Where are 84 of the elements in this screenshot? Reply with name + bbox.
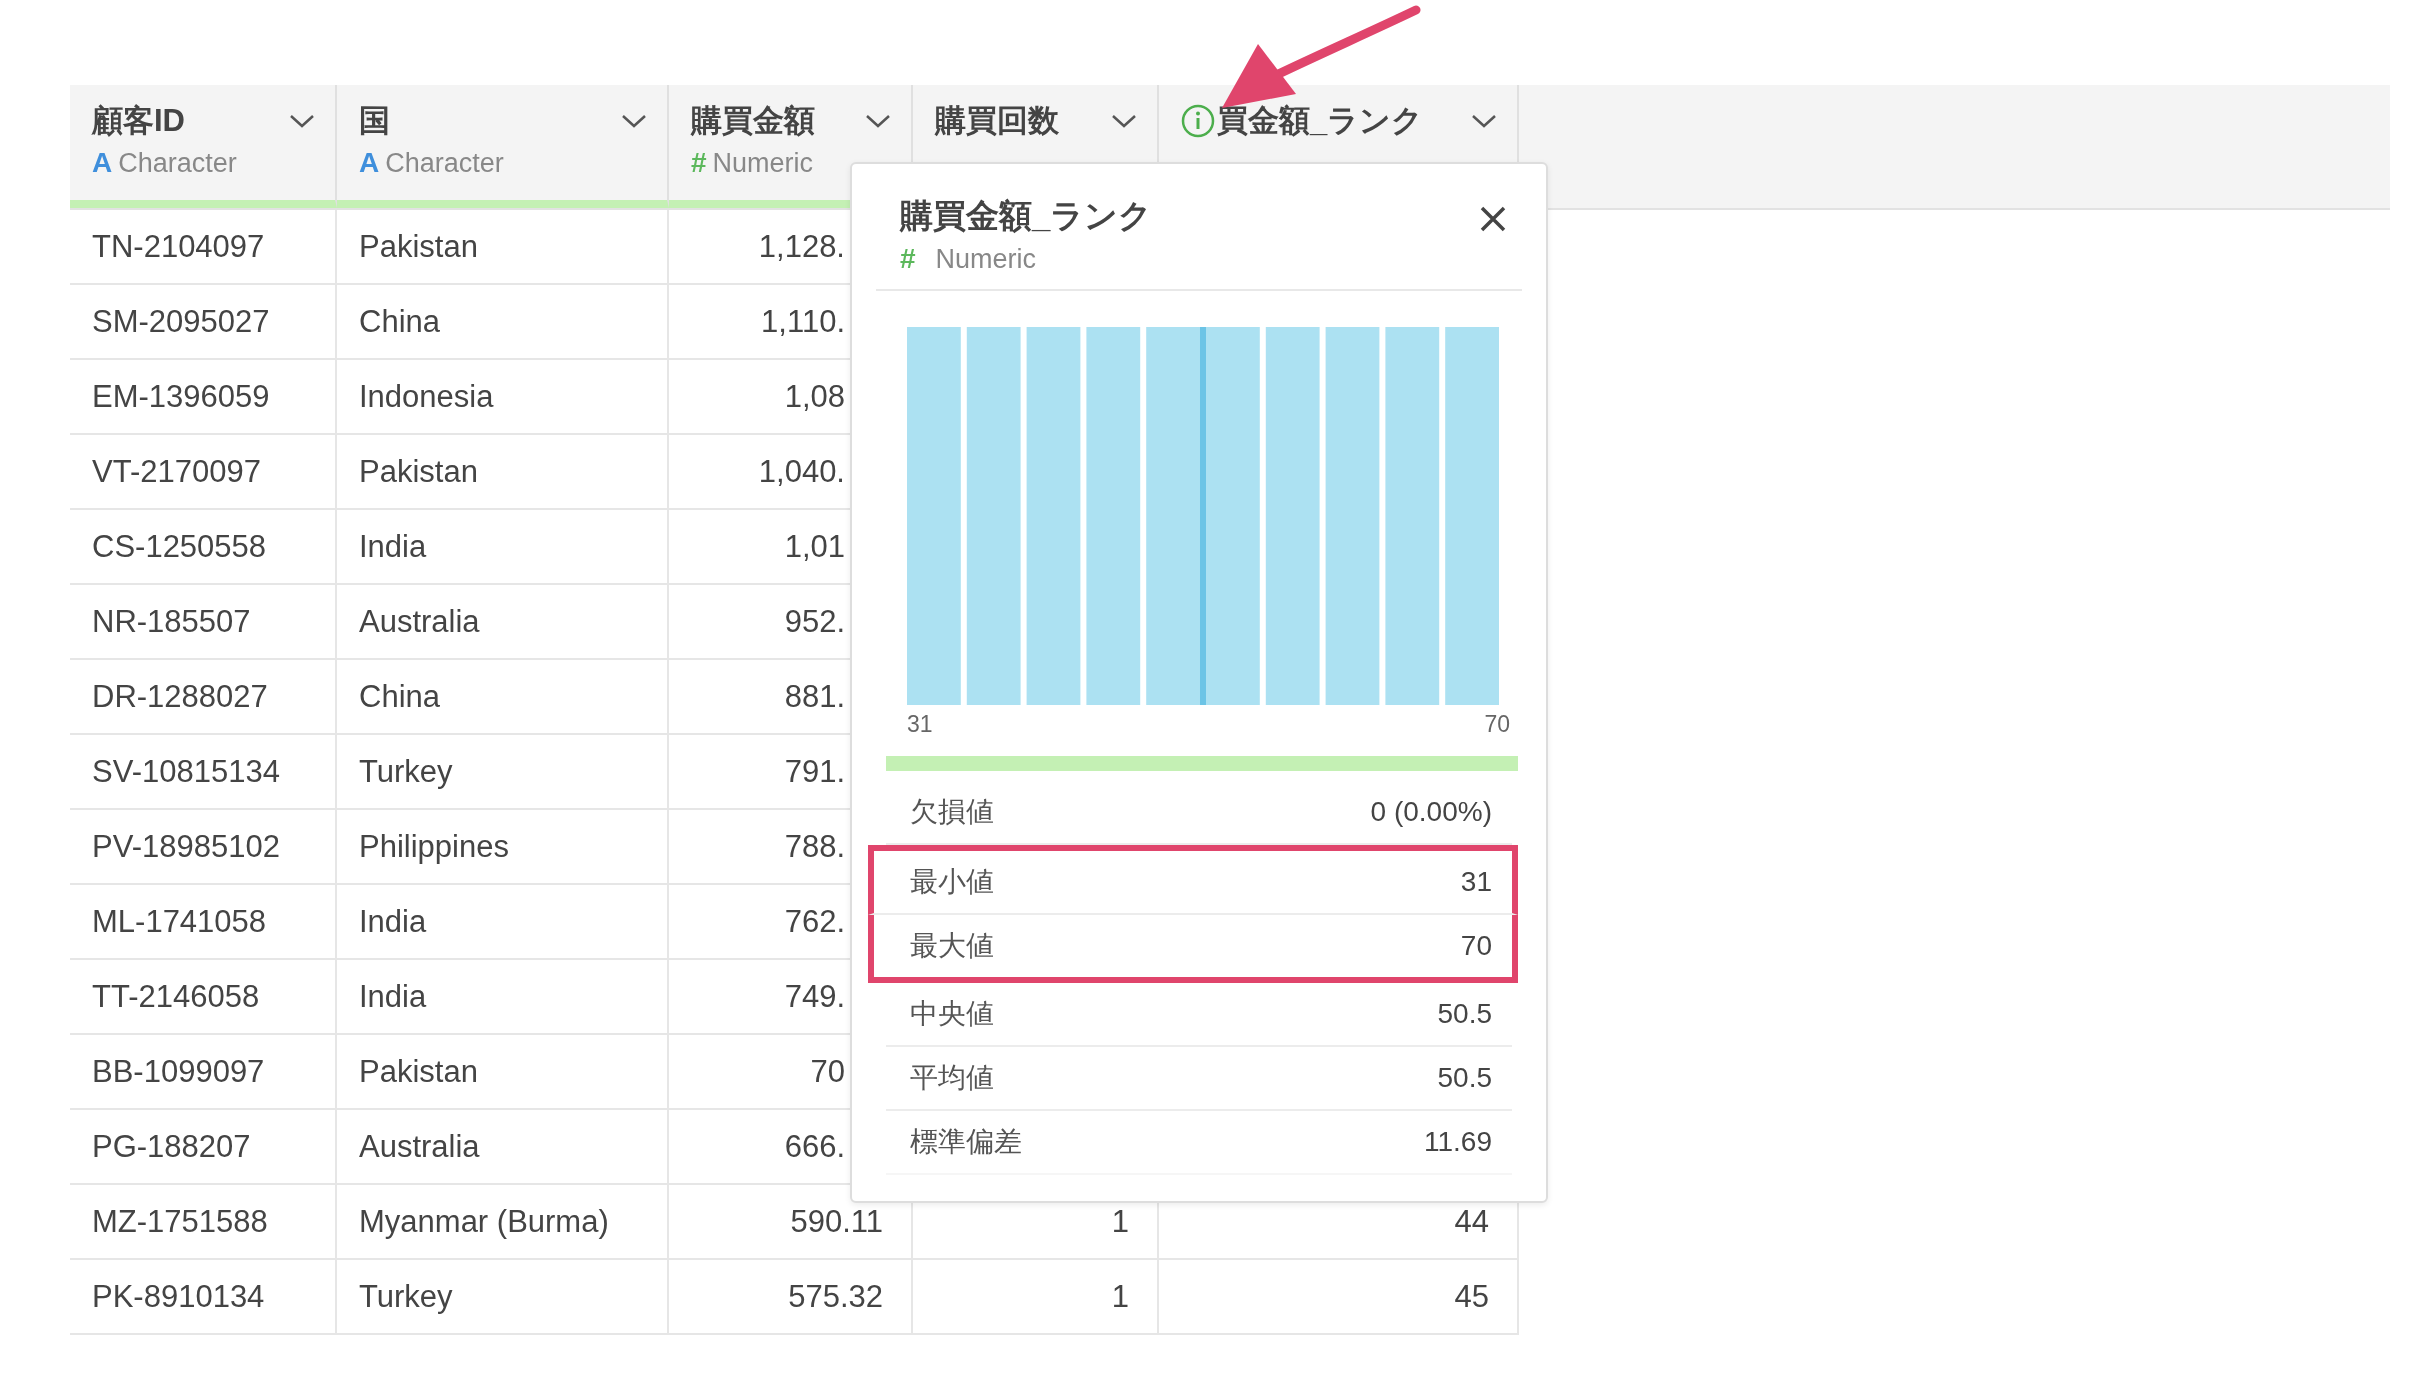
- table-cell: 70: [810, 1053, 845, 1090]
- column-title: 買金額_ランク: [1217, 102, 1424, 140]
- column-type: Character: [118, 148, 237, 179]
- table-cell: Turkey: [359, 1278, 453, 1315]
- chevron-down-icon[interactable]: [289, 113, 315, 129]
- stat-value: 70: [1460, 930, 1492, 962]
- table-cell: TT-2146058: [92, 978, 260, 1015]
- chevron-down-icon[interactable]: [1111, 113, 1137, 129]
- stat-label: 標準偏差: [910, 1125, 1022, 1159]
- table-cell: 666.: [784, 1128, 845, 1165]
- table-cell: VT-2170097: [92, 453, 261, 490]
- column-type: Character: [385, 148, 504, 179]
- stat-value: 0 (0.00%): [1370, 796, 1492, 828]
- axis-min-label: 31: [907, 711, 933, 738]
- type-symbol: A: [359, 147, 380, 179]
- table-cell: China: [359, 303, 440, 340]
- column-type: Numeric: [712, 148, 814, 179]
- table-cell: 788.: [784, 828, 845, 865]
- stat-label: 最大値: [910, 929, 994, 963]
- table-cell: 1,040.: [758, 453, 845, 490]
- table-cell: Indonesia: [359, 378, 494, 415]
- table-cell: Myanmar (Burma): [359, 1203, 609, 1240]
- table-cell: CS-1250558: [92, 528, 267, 565]
- table-cell: SM-2095027: [92, 303, 270, 340]
- table-cell: India: [359, 978, 427, 1015]
- column-title: 購買金額: [691, 102, 815, 140]
- stat-value: 50.5: [1437, 998, 1492, 1030]
- table-cell: Turkey: [359, 753, 453, 790]
- table-cell: Australia: [359, 603, 480, 640]
- column-type: Numeric: [935, 244, 1037, 275]
- table-cell: NR-185507: [92, 603, 251, 640]
- table-cell: DR-1288027: [92, 678, 268, 715]
- table-cell: ML-1741058: [92, 903, 267, 940]
- table-cell: Pakistan: [359, 453, 478, 490]
- table-cell: PV-18985102: [92, 828, 280, 865]
- table-cell: 749.: [784, 978, 845, 1015]
- stat-label: 中央値: [910, 997, 994, 1031]
- stat-value: 50.5: [1437, 1062, 1492, 1094]
- stat-value: 31: [1460, 866, 1492, 898]
- table-cell: 1: [1111, 1203, 1129, 1240]
- stat-label: 平均値: [910, 1061, 994, 1095]
- stat-label: 欠損値: [910, 795, 994, 829]
- table-cell: 1,110.: [761, 303, 845, 340]
- table-cell: Pakistan: [359, 1053, 478, 1090]
- table-cell: SV-10815134: [92, 753, 280, 790]
- table-cell: MZ-1751588: [92, 1203, 268, 1240]
- table-cell: PG-188207: [92, 1128, 251, 1165]
- table-cell: 575.32: [788, 1278, 883, 1315]
- chevron-down-icon[interactable]: [865, 113, 891, 129]
- table-cell: China: [359, 678, 440, 715]
- axis-max-label: 70: [1484, 711, 1510, 738]
- table-cell: 762.: [784, 903, 845, 940]
- table-cell: 881.: [784, 678, 845, 715]
- type-symbol: #: [900, 243, 916, 275]
- table-cell: 952.: [784, 603, 845, 640]
- table-cell: 1,01: [784, 528, 845, 565]
- column-header[interactable]: 顧客ID A Character: [70, 85, 337, 208]
- table-cell: BB-1099097: [92, 1053, 265, 1090]
- chevron-down-icon[interactable]: [1471, 113, 1497, 129]
- table-cell: 1: [1111, 1278, 1129, 1315]
- column-title: 国: [359, 102, 390, 140]
- column-title: 顧客ID: [92, 102, 185, 140]
- stat-value: 11.69: [1424, 1126, 1492, 1158]
- stat-label: 最小値: [910, 865, 994, 899]
- type-symbol: A: [92, 147, 113, 179]
- table-cell: 1,128.: [758, 228, 845, 265]
- type-symbol: #: [691, 147, 707, 179]
- table-cell: Pakistan: [359, 228, 478, 265]
- table-cell: EM-1396059: [92, 378, 270, 415]
- info-icon[interactable]: [1181, 104, 1215, 138]
- table-cell: 791.: [784, 753, 845, 790]
- table-cell: India: [359, 903, 427, 940]
- table-cell: PK-8910134: [92, 1278, 265, 1315]
- table-cell: Australia: [359, 1128, 480, 1165]
- table-cell: India: [359, 528, 427, 565]
- column-header[interactable]: 国 A Character: [337, 85, 669, 208]
- column-title: 購買回数: [935, 102, 1059, 140]
- table-cell: TN-2104097: [92, 228, 265, 265]
- table-cell: 45: [1454, 1278, 1489, 1315]
- chevron-down-icon[interactable]: [621, 113, 647, 129]
- table-cell: Philippines: [359, 828, 509, 865]
- table-cell: 44: [1454, 1203, 1489, 1240]
- table-cell: 1,08: [784, 378, 845, 415]
- table-cell: 590.11: [790, 1203, 883, 1240]
